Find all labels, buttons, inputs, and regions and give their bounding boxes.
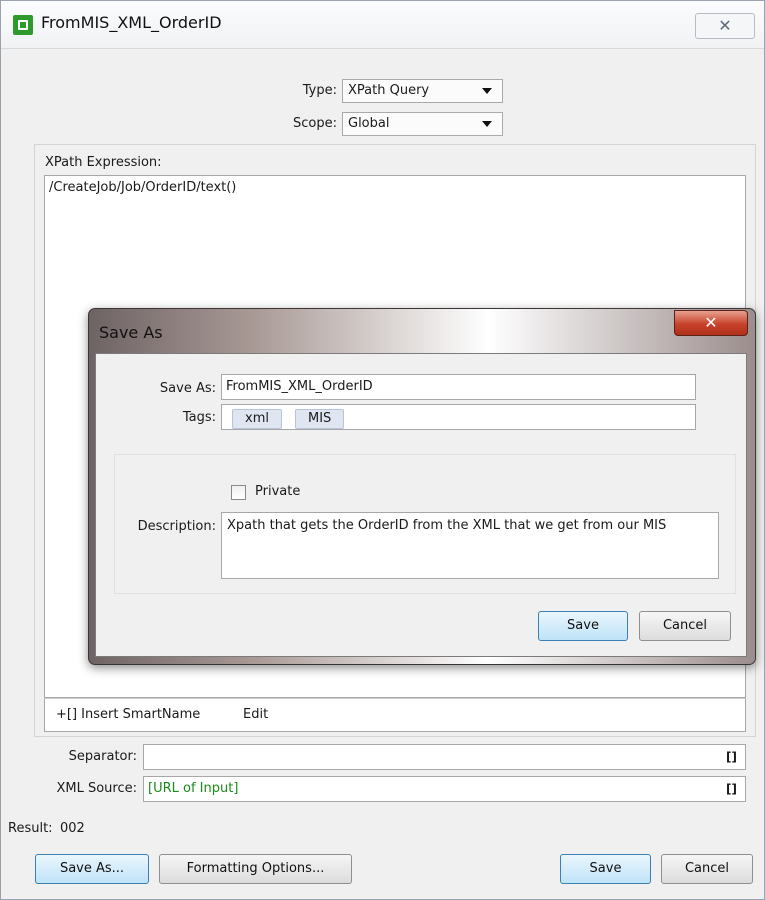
tag-chip[interactable]: MIS xyxy=(295,409,345,429)
dialog-close-button[interactable]: ✕ xyxy=(674,310,748,336)
xpath-label: XPath Expression: xyxy=(45,155,162,170)
tags-input[interactable]: xml MIS xyxy=(221,404,696,430)
type-select[interactable]: XPath Query xyxy=(342,79,503,103)
xml-source-value: [URL of Input] xyxy=(148,781,239,796)
edit-link[interactable]: Edit xyxy=(243,707,268,722)
cancel-button[interactable]: Cancel xyxy=(661,854,753,884)
app-icon xyxy=(13,15,33,35)
dialog-cancel-button[interactable]: Cancel xyxy=(639,611,731,641)
dialog-save-as-input[interactable]: FromMIS_XML_OrderID xyxy=(221,374,696,400)
description-textarea[interactable]: Xpath that gets the OrderID from the XML… xyxy=(221,512,719,579)
separator-label: Separator: xyxy=(68,749,137,764)
dialog-options-group: Private Description: Xpath that gets the… xyxy=(114,454,736,594)
dialog-body: Save As: FromMIS_XML_OrderID Tags: xml M… xyxy=(95,353,747,657)
private-label: Private xyxy=(255,484,301,499)
chevron-down-icon xyxy=(482,88,492,94)
dialog-save-button[interactable]: Save xyxy=(538,611,628,641)
result-label: Result: xyxy=(8,821,53,836)
formatting-options-button[interactable]: Formatting Options... xyxy=(159,854,352,884)
dialog-save-as-label: Save As: xyxy=(159,381,216,396)
window-titlebar[interactable]: FromMIS_XML_OrderID ✕ xyxy=(1,1,764,49)
xpath-toolbar: +[] Insert SmartName Edit xyxy=(44,698,746,732)
window-close-button[interactable]: ✕ xyxy=(695,13,755,39)
result-value: 002 xyxy=(60,821,85,836)
xpath-expression-value: /CreateJob/Job/OrderID/text() xyxy=(49,180,237,195)
tags-label: Tags: xyxy=(182,410,216,425)
dialog-title: Save As xyxy=(99,323,163,342)
chevron-down-icon xyxy=(482,121,492,127)
close-icon: ✕ xyxy=(704,313,718,332)
save-as-dialog: Save As ✕ Save As: FromMIS_XML_OrderID T… xyxy=(88,308,756,665)
save-button[interactable]: Save xyxy=(560,854,651,884)
description-label: Description: xyxy=(137,519,216,534)
tag-chip[interactable]: xml xyxy=(232,409,282,429)
private-checkbox[interactable] xyxy=(231,485,246,500)
description-value: Xpath that gets the OrderID from the XML… xyxy=(227,518,667,533)
close-icon: ✕ xyxy=(718,16,732,35)
type-label: Type: xyxy=(302,83,337,98)
dialog-save-as-value: FromMIS_XML_OrderID xyxy=(226,379,373,394)
smartname-brackets-icon[interactable]: [] xyxy=(726,777,737,801)
xml-source-input[interactable]: [URL of Input] [] xyxy=(143,776,746,802)
scope-label: Scope: xyxy=(293,116,337,131)
separator-input[interactable]: [] xyxy=(143,744,746,770)
smartname-brackets-icon[interactable]: [] xyxy=(726,745,737,769)
scope-select[interactable]: Global xyxy=(342,112,503,136)
window-title: FromMIS_XML_OrderID xyxy=(41,13,222,32)
insert-smartname-link[interactable]: +[] Insert SmartName xyxy=(56,707,200,722)
type-select-value: XPath Query xyxy=(348,83,430,98)
save-as-button[interactable]: Save As... xyxy=(35,854,149,884)
xml-source-label: XML Source: xyxy=(56,781,137,796)
scope-select-value: Global xyxy=(348,116,390,131)
